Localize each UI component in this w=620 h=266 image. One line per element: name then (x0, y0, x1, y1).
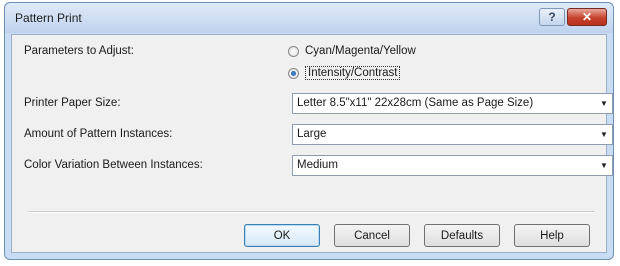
help-icon: ? (548, 10, 556, 24)
dialog-title: Pattern Print (15, 11, 82, 25)
amount-select[interactable]: Large ▼ (292, 124, 613, 145)
radio-intensity-contrast[interactable]: Intensity/Contrast (288, 66, 401, 80)
radio-label-cmy: Cyan/Magenta/Yellow (305, 45, 416, 57)
radio-button[interactable] (288, 45, 299, 57)
close-button[interactable]: ✕ (567, 8, 607, 26)
amount-value: Large (297, 128, 327, 140)
close-icon: ✕ (581, 10, 593, 24)
title-bar[interactable]: Pattern Print ? ✕ (5, 3, 613, 33)
defaults-button[interactable]: Defaults (424, 224, 500, 247)
radio-cyan-magenta-yellow[interactable]: Cyan/Magenta/Yellow (288, 45, 416, 57)
cancel-button[interactable]: Cancel (334, 224, 410, 247)
radio-label-intensity: Intensity/Contrast (305, 66, 401, 80)
pattern-print-dialog: Pattern Print ? ✕ Parameters to Adjust: … (4, 2, 614, 260)
chevron-down-icon[interactable]: ▼ (596, 125, 612, 144)
amount-label: Amount of Pattern Instances: (24, 128, 173, 140)
help-button[interactable]: Help (514, 224, 590, 247)
paper-size-label: Printer Paper Size: (24, 97, 121, 109)
title-help-button[interactable]: ? (539, 8, 565, 26)
paper-size-value: Letter 8.5"x11" 22x28cm (Same as Page Si… (297, 97, 534, 109)
variation-select[interactable]: Medium ▼ (292, 155, 613, 176)
variation-value: Medium (297, 159, 338, 171)
variation-label: Color Variation Between Instances: (24, 159, 203, 171)
divider (28, 211, 594, 213)
paper-size-select[interactable]: Letter 8.5"x11" 22x28cm (Same as Page Si… (292, 93, 613, 114)
radio-button-selected[interactable] (288, 67, 299, 79)
chevron-down-icon[interactable]: ▼ (596, 94, 612, 113)
chevron-down-icon[interactable]: ▼ (596, 156, 612, 175)
dialog-body: Parameters to Adjust: Cyan/Magenta/Yello… (11, 34, 613, 253)
ok-button[interactable]: OK (244, 224, 320, 247)
parameters-label: Parameters to Adjust: (24, 45, 134, 57)
